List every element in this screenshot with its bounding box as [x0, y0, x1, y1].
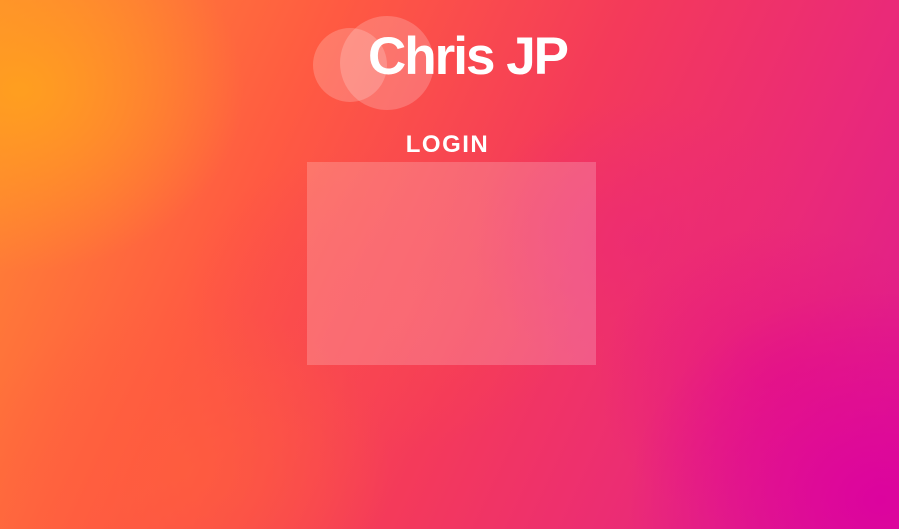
login-heading: LOGIN	[405, 131, 490, 158]
site-logo[interactable]: Chris JP	[310, 14, 590, 114]
logo-text: Chris JP	[368, 27, 569, 86]
login-panel	[307, 162, 596, 365]
